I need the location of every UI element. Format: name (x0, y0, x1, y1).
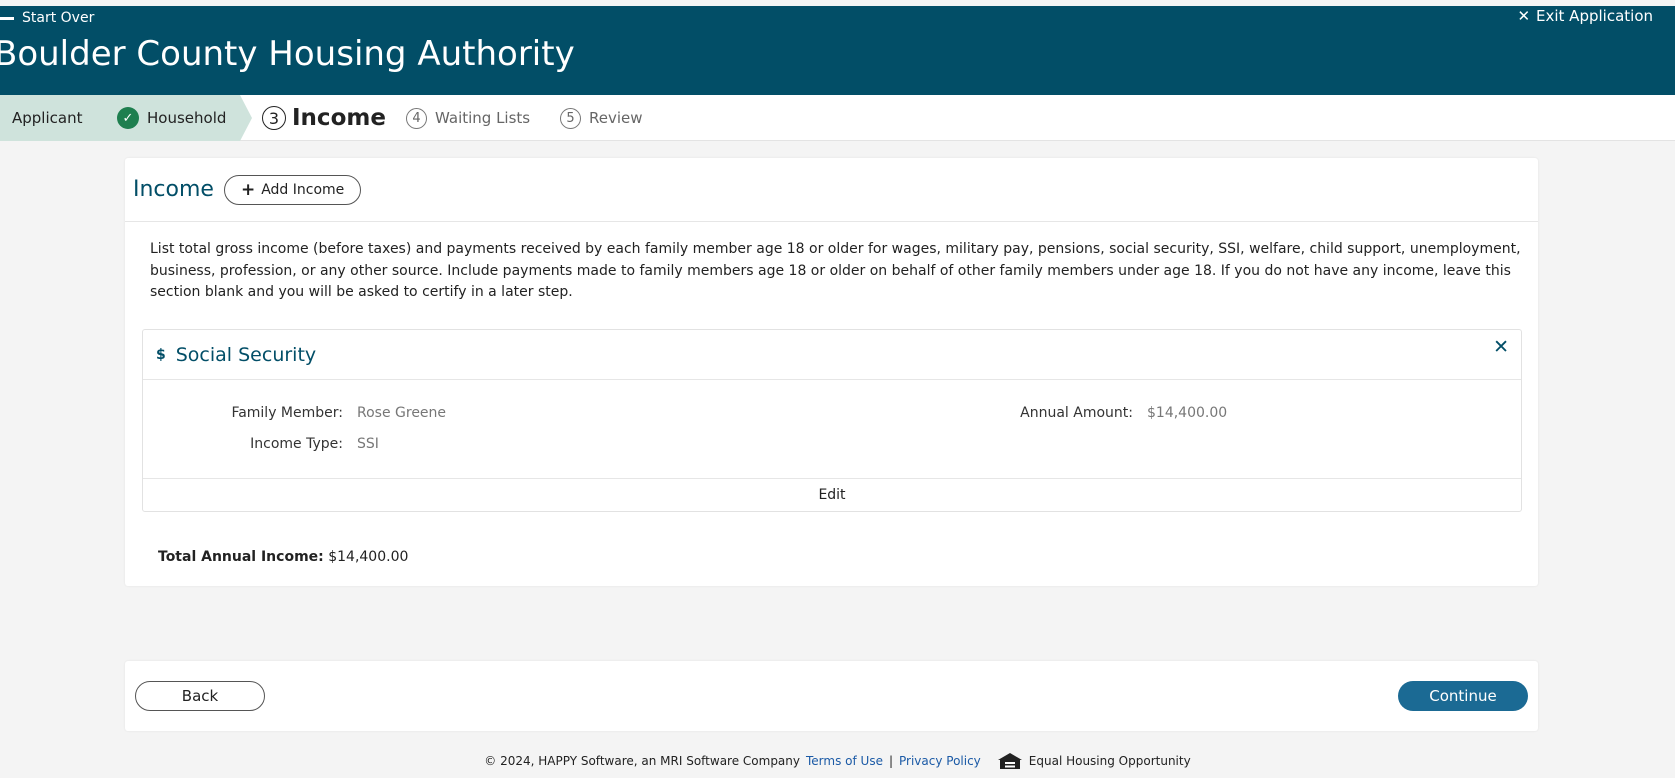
annual-amount-label: Annual Amount: (1020, 405, 1133, 421)
equal-housing-icon (997, 752, 1023, 770)
step-waiting-lists: 4 Waiting Lists (406, 95, 530, 141)
income-item-header: $ Social Security (143, 330, 1521, 380)
income-instructions: List total gross income (before taxes) a… (150, 241, 1521, 300)
add-income-button[interactable]: + Add Income (223, 174, 362, 205)
footer-separator: | (888, 754, 893, 768)
family-member-value: Rose Greene (357, 405, 447, 421)
start-over-link[interactable]: Start Over (0, 10, 94, 26)
exit-application-link[interactable]: ✕ Exit Application (1517, 7, 1653, 25)
progress-stepper: Applicant ✓ Household 3 Income 4 Waiting… (0, 95, 1675, 141)
annual-amount-field: Annual Amount: $14,400.00 (963, 405, 1227, 421)
exit-application-label: Exit Application (1536, 7, 1653, 25)
step-number-badge: 3 (262, 106, 286, 130)
dollar-icon: $ (156, 346, 166, 363)
remove-income-close-icon[interactable]: ✕ (1493, 336, 1509, 358)
step-applicant-label: Applicant (12, 109, 83, 127)
total-annual-income-label: Total Annual Income: (158, 549, 324, 565)
step-income-label: Income (292, 105, 386, 131)
step-review-label: Review (589, 109, 643, 127)
step-review: 5 Review (560, 95, 643, 141)
total-annual-income-value: $14,400.00 (328, 549, 409, 565)
app-header: Start Over ✕ Exit Application Boulder Co… (0, 6, 1675, 95)
edit-income-button[interactable]: Edit (143, 478, 1521, 511)
page-title: Boulder County Housing Authority (0, 34, 575, 74)
family-member-label: Family Member: (231, 405, 343, 421)
edit-income-label: Edit (818, 487, 846, 503)
income-section-title: Income (133, 177, 214, 202)
terms-of-use-link[interactable]: Terms of Use (806, 754, 883, 768)
income-type-field: Income Type: SSI (173, 436, 379, 452)
close-icon: ✕ (1517, 7, 1531, 25)
income-item-title: Social Security (175, 343, 317, 366)
equal-housing-text: Equal Housing Opportunity (1028, 754, 1191, 768)
page-footer: © 2024, HAPPY Software, an MRI Software … (0, 752, 1675, 770)
plus-icon: + (240, 179, 256, 200)
income-type-value: SSI (357, 436, 379, 452)
step-applicant[interactable]: Applicant (12, 95, 82, 141)
income-card: Income + Add Income List total gross inc… (125, 158, 1538, 586)
income-card-header: Income + Add Income (125, 158, 1538, 222)
step-household[interactable]: ✓ Household (117, 95, 226, 141)
copyright-text: © 2024, HAPPY Software, an MRI Software … (484, 754, 800, 768)
navigation-bar: Back Continue (125, 661, 1538, 731)
step-number-badge: 4 (406, 107, 427, 129)
minus-icon (0, 16, 14, 20)
annual-amount-value: $14,400.00 (1147, 405, 1228, 421)
check-icon: ✓ (117, 107, 139, 129)
start-over-label: Start Over (22, 10, 95, 26)
step-household-label: Household (147, 109, 227, 127)
income-type-label: Income Type: (250, 436, 343, 452)
step-waiting-lists-label: Waiting Lists (435, 109, 531, 127)
back-button[interactable]: Back (135, 681, 265, 711)
step-number-badge: 5 (560, 107, 581, 129)
total-annual-income: Total Annual Income: $14,400.00 (158, 549, 408, 565)
continue-button[interactable]: Continue (1398, 681, 1528, 711)
add-income-label: Add Income (261, 181, 345, 198)
privacy-policy-link[interactable]: Privacy Policy (899, 754, 981, 768)
family-member-field: Family Member: Rose Greene (173, 405, 446, 421)
step-income: 3 Income (262, 95, 386, 141)
income-item: $ Social Security ✕ Family Member: Rose … (142, 329, 1522, 512)
